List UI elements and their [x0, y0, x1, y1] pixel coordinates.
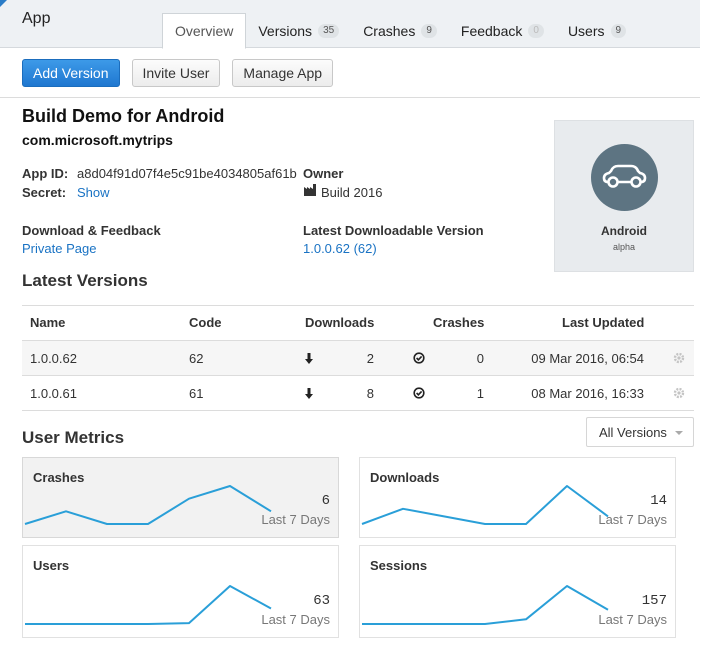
latest-version-label: Latest Downloadable Version	[303, 223, 484, 238]
factory-icon	[304, 184, 316, 196]
count-badge: 9	[421, 23, 437, 38]
app-title[interactable]: App	[22, 10, 50, 28]
metric-card-downloads[interactable]: Downloads 14 Last 7 Days	[359, 457, 676, 538]
column-header-crashes[interactable]: Crashes	[433, 315, 484, 330]
metric-value: 14	[650, 493, 667, 509]
tab-label: Users	[567, 22, 605, 39]
metric-value: 157	[641, 593, 667, 609]
version-code: 62	[189, 351, 204, 366]
column-header-last-updated[interactable]: Last Updated	[562, 315, 644, 330]
app-id-label: App ID:	[22, 166, 69, 181]
metric-card-sessions[interactable]: Sessions 157 Last 7 Days	[359, 545, 676, 638]
version-name: 1.0.0.62	[30, 351, 77, 366]
gear-icon[interactable]	[673, 352, 685, 364]
tab-bar: Overview Versions 35 Crashes 9 Feedback …	[162, 13, 638, 49]
gear-icon[interactable]	[673, 387, 685, 399]
add-version-button[interactable]: Add Version	[22, 59, 120, 87]
divider	[22, 410, 694, 411]
tab-versions[interactable]: Versions 35	[246, 13, 351, 48]
crash-check-icon	[413, 352, 425, 364]
bundle-id: com.microsoft.mytrips	[22, 132, 173, 148]
download-count: 8	[366, 386, 374, 401]
secret-label: Secret:	[22, 185, 67, 200]
tab-label: Crashes	[363, 22, 416, 39]
metric-card-users[interactable]: Users 63 Last 7 Days	[22, 545, 339, 638]
download-icon	[305, 388, 313, 399]
tab-overview[interactable]: Overview	[162, 13, 247, 49]
last-updated: 09 Mar 2016, 06:54	[531, 351, 644, 366]
table-row[interactable]: 1.0.0.62 62 2 0 09 Mar 2016, 06:54	[22, 341, 694, 375]
page-title: Build Demo for Android	[22, 106, 225, 126]
tab-users[interactable]: Users 9	[556, 13, 638, 48]
owner-value: Build 2016	[321, 185, 383, 200]
metric-title: Downloads	[370, 470, 440, 485]
metric-title: Users	[33, 558, 70, 573]
invite-user-button[interactable]: Invite User	[131, 59, 221, 87]
count-badge: 35	[318, 23, 340, 38]
release-type: alpha	[612, 242, 636, 252]
tab-label: Versions	[258, 22, 313, 39]
column-header-name[interactable]: Name	[30, 315, 65, 330]
metric-value: 63	[313, 593, 330, 609]
metric-period: Last 7 Days	[261, 512, 330, 527]
last-updated: 08 Mar 2016, 16:33	[531, 386, 644, 401]
crash-count: 0	[476, 351, 484, 366]
column-header-code[interactable]: Code	[189, 315, 222, 330]
show-secret-link[interactable]: Show	[77, 185, 110, 200]
table-row[interactable]: 1.0.0.61 61 8 1 08 Mar 2016, 16:33	[22, 376, 694, 410]
app-id-value: a8d04f91d07f4e5c91be4034805af61b	[77, 166, 297, 181]
version-code: 61	[189, 386, 204, 401]
car-icon	[602, 164, 647, 188]
column-header-downloads[interactable]: Downloads	[305, 315, 374, 330]
download-count: 2	[366, 351, 374, 366]
tab-crashes[interactable]: Crashes 9	[351, 13, 449, 48]
user-metrics-heading: User Metrics	[22, 428, 125, 447]
corner-marker	[0, 0, 7, 7]
manage-app-button[interactable]: Manage App	[232, 59, 334, 87]
sparkline-series	[361, 485, 609, 525]
download-feedback-label: Download & Feedback	[22, 223, 161, 238]
metric-period: Last 7 Days	[598, 512, 667, 527]
version-name: 1.0.0.61	[30, 386, 77, 401]
version-filter-value: All Versions	[599, 425, 667, 440]
platform-name: Android	[601, 224, 647, 238]
app-icon	[591, 144, 658, 211]
crash-check-icon	[413, 387, 425, 399]
download-icon	[305, 353, 313, 364]
tab-label: Feedback	[460, 22, 523, 39]
divider	[22, 305, 694, 306]
version-filter-dropdown[interactable]: All Versions	[586, 417, 694, 447]
metric-title: Sessions	[370, 558, 428, 573]
count-badge: 0	[528, 23, 544, 38]
latest-version-link[interactable]: 1.0.0.62 (62)	[303, 241, 377, 256]
metric-value: 6	[321, 493, 330, 509]
divider	[0, 97, 700, 98]
metric-card-crashes[interactable]: Crashes 6 Last 7 Days	[22, 457, 339, 538]
top-bar: App Overview Versions 35 Crashes 9 Feedb…	[0, 0, 700, 49]
platform-tile: Android alpha	[554, 120, 694, 272]
sparkline-series	[362, 585, 609, 625]
sparkline-series	[25, 585, 272, 625]
chevron-down-icon	[675, 431, 683, 435]
sparkline-series	[24, 485, 272, 525]
private-page-link[interactable]: Private Page	[22, 241, 96, 256]
metric-period: Last 7 Days	[261, 612, 330, 627]
owner-label: Owner	[303, 166, 344, 181]
metric-title: Crashes	[33, 470, 85, 485]
tab-feedback[interactable]: Feedback 0	[449, 13, 556, 48]
crash-count: 1	[476, 386, 484, 401]
latest-versions-heading: Latest Versions	[22, 271, 148, 290]
tab-label: Overview	[175, 23, 234, 39]
metric-period: Last 7 Days	[598, 612, 667, 627]
count-badge: 9	[610, 23, 627, 38]
action-bar: Add Version Invite User Manage App	[22, 59, 334, 87]
